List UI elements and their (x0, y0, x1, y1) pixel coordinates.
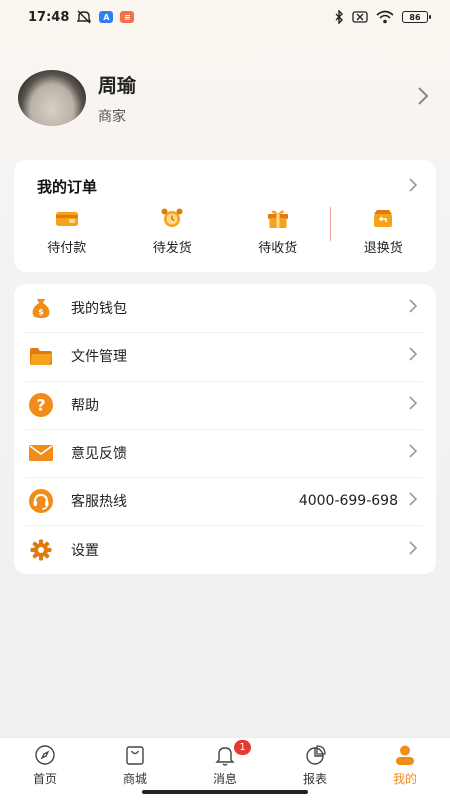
chevron-right-icon[interactable] (408, 540, 418, 560)
battery-level: 86 (409, 12, 421, 22)
svg-text:$: $ (38, 308, 44, 317)
app-b-icon: ≡ (120, 11, 135, 23)
menu-item-label: 文件管理 (71, 349, 127, 366)
order-return[interactable]: 退换货 (331, 207, 437, 256)
menu-item-label: 客服热线 (71, 494, 127, 511)
menu-item-label: 帮助 (71, 397, 99, 414)
orders-card: 我的订单 待付款 待发货 待收货 退换货 (14, 160, 436, 272)
chevron-right-icon[interactable] (408, 177, 418, 196)
alarm-clock-icon (160, 207, 184, 229)
profile-header[interactable]: 周瑜 商家 (18, 68, 432, 128)
menu-item-hotline[interactable]: 客服热线 4000-699-698 (14, 477, 436, 525)
folder-icon (28, 343, 54, 369)
person-icon (394, 744, 416, 766)
orders-title: 我的订单 (37, 178, 98, 196)
menu-item-files[interactable]: 文件管理 (14, 332, 436, 380)
menu-item-feedback[interactable]: 意见反馈 (14, 428, 436, 477)
order-pending-shipment[interactable]: 待发货 (120, 207, 226, 256)
tab-label: 我的 (392, 772, 417, 786)
tab-label: 报表 (302, 772, 327, 786)
order-item-label: 待发货 (152, 241, 192, 256)
app-a-icon: A (99, 11, 114, 23)
tab-mine[interactable]: 我的 (360, 738, 450, 800)
gift-box-icon (266, 207, 290, 229)
menu-item-label: 意见反馈 (71, 446, 127, 463)
message-badge: 1 (234, 740, 251, 755)
gear-icon (28, 537, 54, 563)
chevron-right-icon[interactable] (408, 491, 418, 511)
money-bag-icon: $ (28, 295, 54, 321)
avatar[interactable] (18, 70, 86, 126)
home-indicator[interactable] (142, 790, 308, 794)
tab-home[interactable]: 首页 (0, 738, 90, 800)
order-item-label: 待付款 (47, 241, 87, 256)
compass-icon (34, 744, 56, 766)
order-item-label: 待收货 (258, 241, 298, 256)
chevron-right-icon[interactable] (408, 298, 418, 318)
hotline-number[interactable]: 4000-699-698 (299, 493, 398, 509)
order-pending-payment[interactable]: 待付款 (14, 207, 120, 256)
no-sim-icon (352, 11, 368, 23)
tab-label: 消息 (212, 772, 237, 786)
menu-item-label: 我的钱包 (71, 301, 127, 318)
status-time: 17:48 (28, 9, 70, 25)
profile-role: 商家 (98, 108, 126, 125)
tab-label: 商城 (122, 772, 147, 786)
tab-label: 首页 (32, 772, 57, 786)
menu-item-label: 设置 (71, 542, 99, 559)
status-bar: 17:48 A ≡ 86 (0, 0, 450, 34)
bell-icon (214, 744, 236, 766)
svg-text:?: ? (36, 395, 45, 414)
battery-icon: 86 (402, 11, 431, 23)
menu-item-settings[interactable]: 设置 (14, 525, 436, 573)
menu-item-help[interactable]: ? 帮助 (14, 380, 436, 429)
headset-icon (28, 488, 54, 514)
bluetooth-icon (334, 10, 344, 24)
return-icon (371, 207, 395, 229)
orders-header[interactable]: 我的订单 (14, 160, 436, 197)
profile-name: 周瑜 (98, 74, 137, 97)
order-item-label: 退换货 (363, 241, 403, 256)
chevron-right-icon[interactable] (416, 86, 430, 110)
wallet-icon (55, 207, 79, 229)
chevron-right-icon[interactable] (408, 395, 418, 415)
shopping-bag-icon (124, 744, 146, 766)
wifi-icon (376, 10, 394, 24)
mute-icon (76, 10, 92, 24)
order-pending-receipt[interactable]: 待收货 (225, 207, 331, 256)
chevron-right-icon[interactable] (408, 346, 418, 366)
mail-icon (28, 440, 54, 466)
chevron-right-icon[interactable] (408, 443, 418, 463)
pie-chart-icon (304, 744, 326, 766)
menu-card: $ 我的钱包 文件管理 ? 帮助 意见反馈 客服热线 4000-699-698 … (14, 284, 436, 574)
help-icon: ? (28, 392, 54, 418)
order-divider (330, 207, 331, 241)
menu-item-wallet[interactable]: $ 我的钱包 (14, 284, 436, 332)
